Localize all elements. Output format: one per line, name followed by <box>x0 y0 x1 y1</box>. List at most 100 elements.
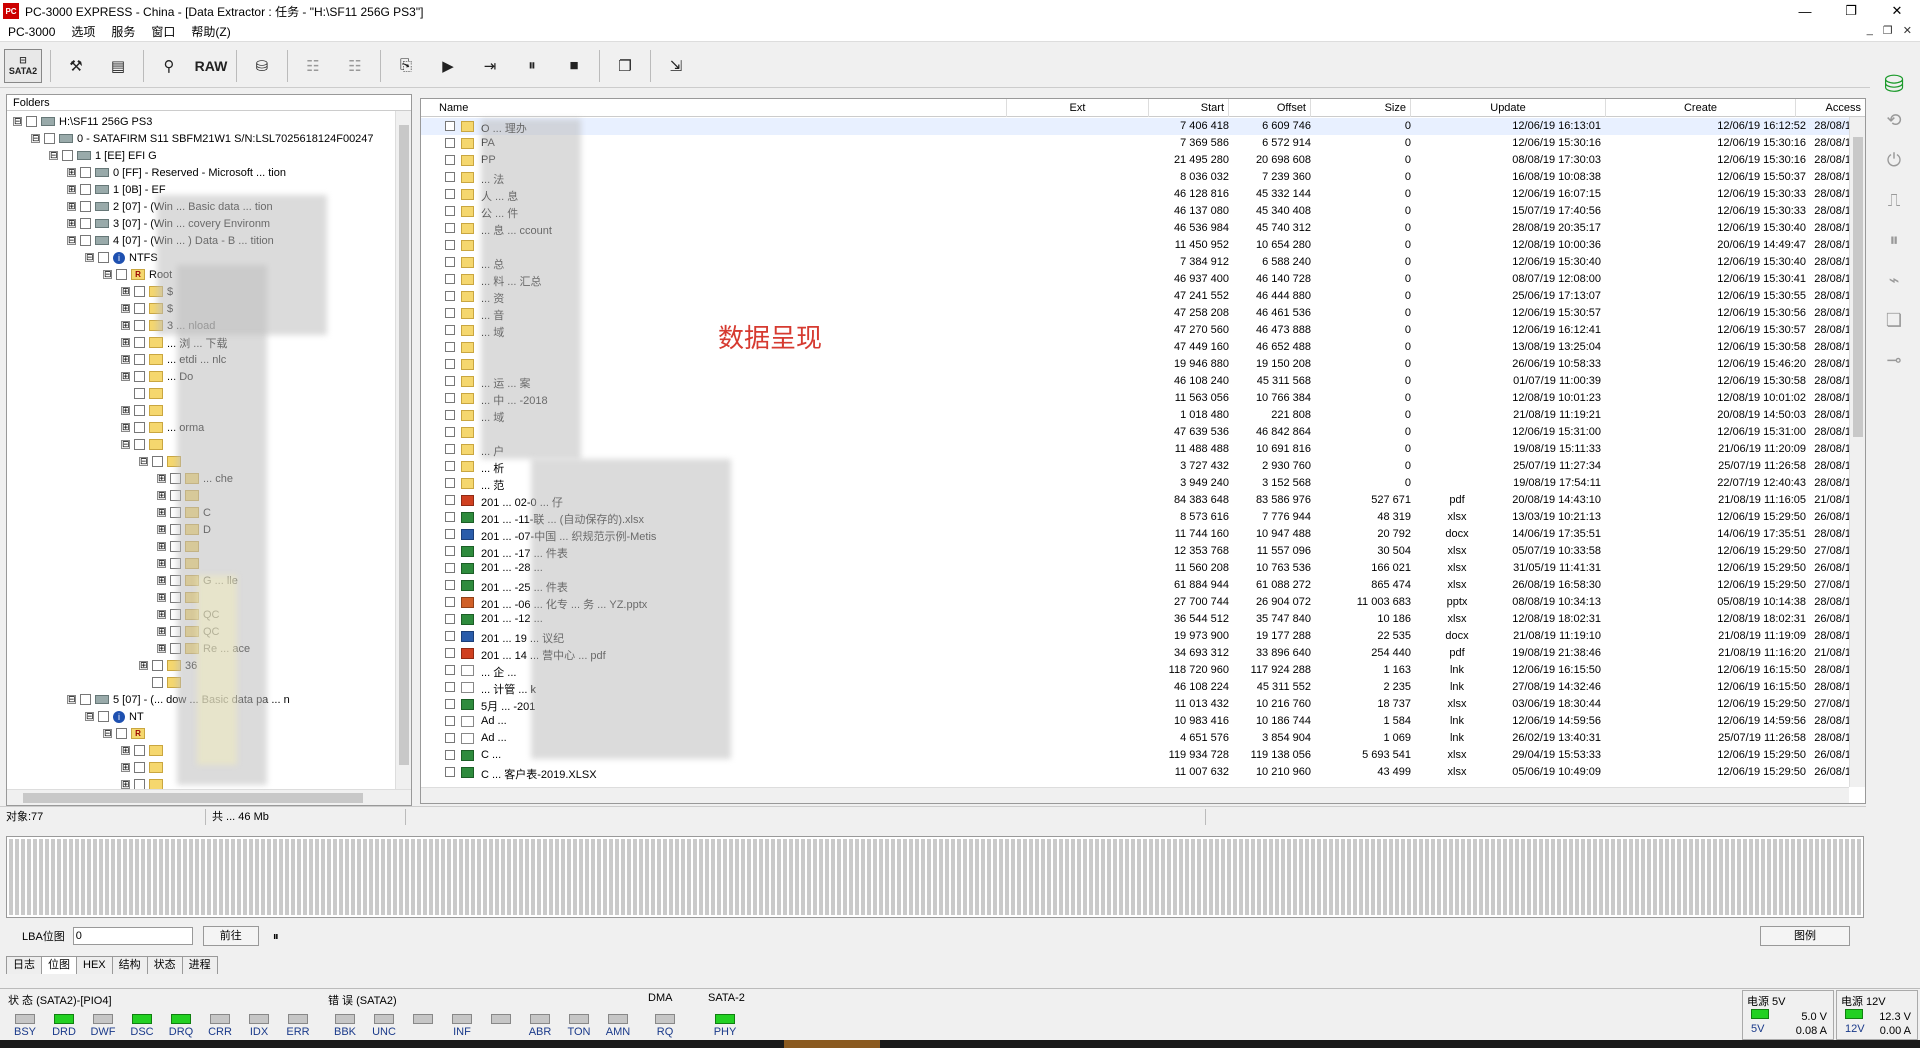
row-checkbox[interactable] <box>445 223 455 233</box>
tree-checkbox[interactable] <box>134 422 145 433</box>
expand-toggle-icon[interactable]: ⊞ <box>121 763 130 772</box>
expand-toggle-icon[interactable]: ⊞ <box>139 661 148 670</box>
row-checkbox[interactable] <box>445 325 455 335</box>
go-button[interactable]: 前往 <box>202 926 259 946</box>
windows-icon[interactable]: ❐ <box>608 49 642 83</box>
step-icon[interactable]: ⇥ <box>473 49 507 83</box>
tree-node[interactable]: ⊞ <box>121 759 167 776</box>
tree-node[interactable]: ⊞ 1 [0B] - EF <box>67 181 166 198</box>
tree-node[interactable]: ⊞ <box>121 402 167 419</box>
tree-checkbox[interactable] <box>152 677 163 688</box>
menu-service[interactable]: 服务 <box>103 23 143 40</box>
cable-icon[interactable]: ⊸ <box>1879 350 1909 376</box>
tree-node[interactable]: ⊞ <box>121 742 167 759</box>
column-ext[interactable]: Ext <box>1007 99 1149 117</box>
expand-toggle-icon[interactable]: ⊟ <box>49 151 58 160</box>
row-checkbox[interactable] <box>445 121 455 131</box>
tree-checkbox[interactable] <box>134 371 145 382</box>
expand-toggle-icon[interactable]: ⊞ <box>121 780 130 789</box>
row-checkbox[interactable] <box>445 359 455 369</box>
tab-hex[interactable]: HEX <box>76 956 113 974</box>
tree-checkbox[interactable] <box>80 218 91 229</box>
pause-icon[interactable]: ⏸ <box>1879 230 1909 256</box>
tree-node[interactable]: ⊟ R <box>103 725 149 742</box>
row-checkbox[interactable] <box>445 495 455 505</box>
expand-toggle-icon[interactable]: ⊟ <box>13 117 22 126</box>
row-checkbox[interactable] <box>445 716 455 726</box>
row-checkbox[interactable] <box>445 461 455 471</box>
file-row[interactable]: ... 音47 258 20846 461 536012/06/19 15:30… <box>421 305 1851 322</box>
tree-node[interactable]: ⊟ i NTFS <box>85 249 158 266</box>
power-icon[interactable]: ⏻ <box>1879 150 1909 176</box>
file-list-horizontal-scrollbar[interactable] <box>421 787 1849 803</box>
tab-process[interactable]: 进程 <box>181 956 218 974</box>
expand-toggle-icon[interactable]: ⊟ <box>139 457 148 466</box>
mdi-minimize-button[interactable]: _ <box>1867 24 1873 37</box>
column-start[interactable]: Start <box>1149 99 1229 117</box>
scrollbar-thumb[interactable] <box>1853 137 1863 437</box>
tree-node[interactable]: ⊟ <box>121 436 167 453</box>
menu-options[interactable]: 选项 <box>63 23 103 40</box>
menu-help[interactable]: 帮助(Z) <box>183 23 238 40</box>
expand-toggle-icon[interactable]: ⊟ <box>67 695 76 704</box>
row-checkbox[interactable] <box>445 614 455 624</box>
binoculars-icon[interactable]: ⚲ <box>152 49 186 83</box>
file-row[interactable]: ... 中 ... -201811 563 05610 766 384012/0… <box>421 390 1851 407</box>
tree-checkbox[interactable] <box>134 762 145 773</box>
expand-toggle-icon[interactable]: ⊞ <box>121 287 130 296</box>
task-icon[interactable]: ⎘ <box>389 49 423 83</box>
column-update[interactable]: Update <box>1411 99 1606 117</box>
row-checkbox[interactable] <box>445 410 455 420</box>
tree-node[interactable]: ⊟ 1 [EE] EFI G <box>49 147 157 164</box>
lba-input[interactable] <box>72 927 193 945</box>
file-row[interactable]: O ... 理办7 406 4186 609 746012/06/19 16:1… <box>421 118 1851 135</box>
row-checkbox[interactable] <box>445 444 455 454</box>
file-row[interactable]: ... 息 ... ccount46 536 98445 740 312028/… <box>421 220 1851 237</box>
expand-toggle-icon[interactable]: ⊟ <box>85 712 94 721</box>
column-name[interactable]: Name <box>421 99 1007 117</box>
file-list-vertical-scrollbar[interactable] <box>1849 117 1865 787</box>
column-access[interactable]: Access <box>1796 99 1865 117</box>
tab-log[interactable]: 日志 <box>6 956 42 974</box>
mdi-close-button[interactable]: ✕ <box>1903 24 1912 37</box>
file-row[interactable]: ... 法8 036 0327 239 360016/08/19 10:08:3… <box>421 169 1851 186</box>
expand-toggle-icon[interactable]: ⊟ <box>103 270 112 279</box>
tree-checkbox[interactable] <box>80 694 91 705</box>
row-checkbox[interactable] <box>445 597 455 607</box>
tree-checkbox[interactable] <box>152 660 163 671</box>
file-row[interactable]: 19 946 880 19 150 208 0 26/06/19 10:58:33 12… <box>421 356 1851 373</box>
file-row[interactable]: ... 运 ... 案46 108 24045 311 568001/07/19… <box>421 373 1851 390</box>
tree-checkbox[interactable] <box>134 388 145 399</box>
database-icon[interactable]: ⛁ <box>1879 70 1909 98</box>
expand-toggle-icon[interactable]: ⊟ <box>31 134 40 143</box>
tree-node[interactable]: ⊟ i NT <box>85 708 144 725</box>
column-offset[interactable]: Offset <box>1229 99 1311 117</box>
drive-icon[interactable]: ⛁ <box>245 49 279 83</box>
tools-icon[interactable]: ⚒ <box>59 49 93 83</box>
row-checkbox[interactable] <box>445 478 455 488</box>
row-checkbox[interactable] <box>445 682 455 692</box>
row-checkbox[interactable] <box>445 665 455 675</box>
expand-toggle-icon[interactable]: ⊟ <box>67 236 76 245</box>
column-size[interactable]: Size <box>1311 99 1411 117</box>
scrollbar-thumb[interactable] <box>399 125 409 765</box>
row-checkbox[interactable] <box>445 257 455 267</box>
copy-icon[interactable]: ❏ <box>1879 310 1909 336</box>
tab-bitmap[interactable]: 位图 <box>41 956 77 974</box>
file-row[interactable]: ... 总7 384 9126 588 240012/06/19 15:30:4… <box>421 254 1851 271</box>
row-checkbox[interactable] <box>445 750 455 760</box>
file-row[interactable]: 人 ... 息46 128 81645 332 144012/06/19 16:… <box>421 186 1851 203</box>
sata-port-button[interactable]: ⊟ SATA2 <box>4 48 42 83</box>
tree-settings-icon[interactable]: ☷ <box>338 49 372 83</box>
row-checkbox[interactable] <box>445 631 455 641</box>
expand-toggle-icon[interactable]: ⊞ <box>157 627 166 636</box>
row-checkbox[interactable] <box>445 308 455 318</box>
tree-node[interactable] <box>121 385 167 402</box>
row-checkbox[interactable] <box>445 563 455 573</box>
tree-checkbox[interactable] <box>44 133 55 144</box>
tree-horizontal-scrollbar[interactable] <box>7 789 411 805</box>
expand-toggle-icon[interactable]: ⊞ <box>157 491 166 500</box>
tree-checkbox[interactable] <box>80 201 91 212</box>
row-checkbox[interactable] <box>445 138 455 148</box>
tree-checkbox[interactable] <box>134 405 145 416</box>
